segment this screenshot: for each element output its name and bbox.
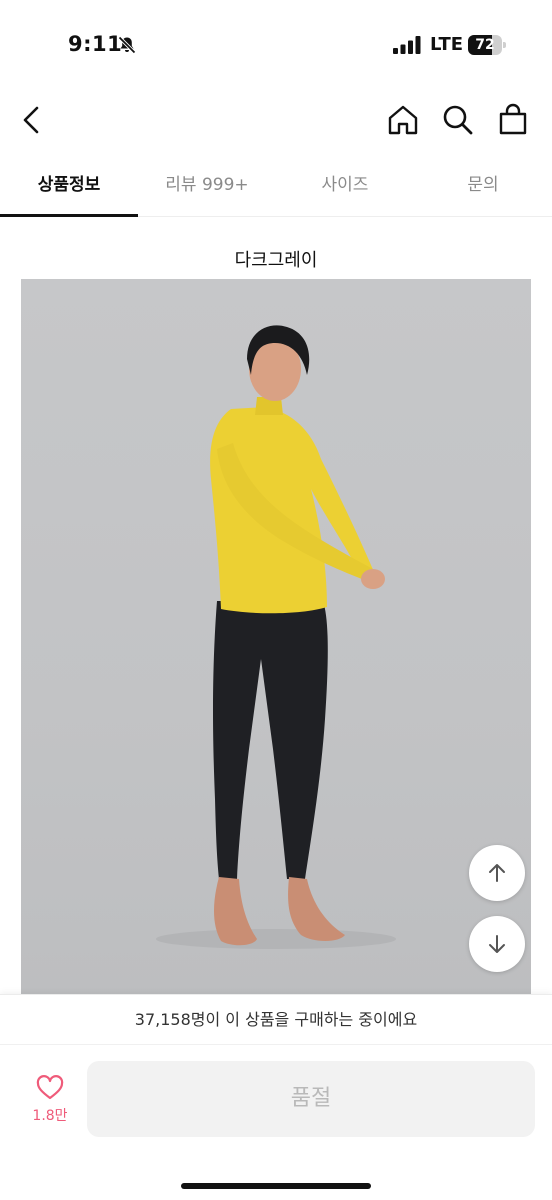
home-icon xyxy=(388,105,418,135)
like-button[interactable]: 1.8만 xyxy=(18,1075,82,1135)
battery-indicator: 72 xyxy=(468,35,506,55)
status-time: 9:11 xyxy=(68,32,123,56)
status-bar: 9:11 LTE 72 xyxy=(0,0,552,80)
shopping-bag-icon xyxy=(499,103,527,135)
search-icon xyxy=(443,105,473,135)
home-button[interactable] xyxy=(383,100,423,140)
home-indicator xyxy=(181,1183,371,1189)
battery-percent: 72 xyxy=(475,37,495,53)
scroll-down-button[interactable] xyxy=(469,916,525,972)
color-caption: 다크그레이 xyxy=(234,250,318,271)
heart-icon xyxy=(36,1075,64,1100)
back-button[interactable] xyxy=(12,100,52,140)
soldout-button[interactable]: 품절 xyxy=(87,1061,535,1137)
tab-inquiry[interactable]: 문의 xyxy=(414,160,552,216)
product-tabs: 상품정보 리뷰 999+ 사이즈 문의 xyxy=(0,160,552,217)
arrow-up-icon xyxy=(489,864,505,882)
search-button[interactable] xyxy=(438,100,478,140)
tab-reviews[interactable]: 리뷰 999+ xyxy=(138,160,276,216)
signal-icon xyxy=(393,36,421,54)
purchase-banner: 37,158명이 이 상품을 구매하는 중이에요 xyxy=(0,994,552,1044)
product-image xyxy=(21,279,531,994)
nav-bar xyxy=(0,90,552,150)
bottom-action-bar: 1.8만 품절 xyxy=(0,1044,552,1200)
arrow-down-icon xyxy=(489,935,505,953)
network-label: LTE xyxy=(430,34,464,55)
cart-button[interactable] xyxy=(493,100,533,140)
tab-size[interactable]: 사이즈 xyxy=(276,160,414,216)
scroll-up-button[interactable] xyxy=(469,845,525,901)
tab-product-info[interactable]: 상품정보 xyxy=(0,160,138,217)
back-arrow-icon xyxy=(23,106,39,134)
model-photo xyxy=(156,325,396,949)
bell-muted-icon xyxy=(118,36,136,54)
like-count: 1.8만 xyxy=(32,1108,68,1124)
